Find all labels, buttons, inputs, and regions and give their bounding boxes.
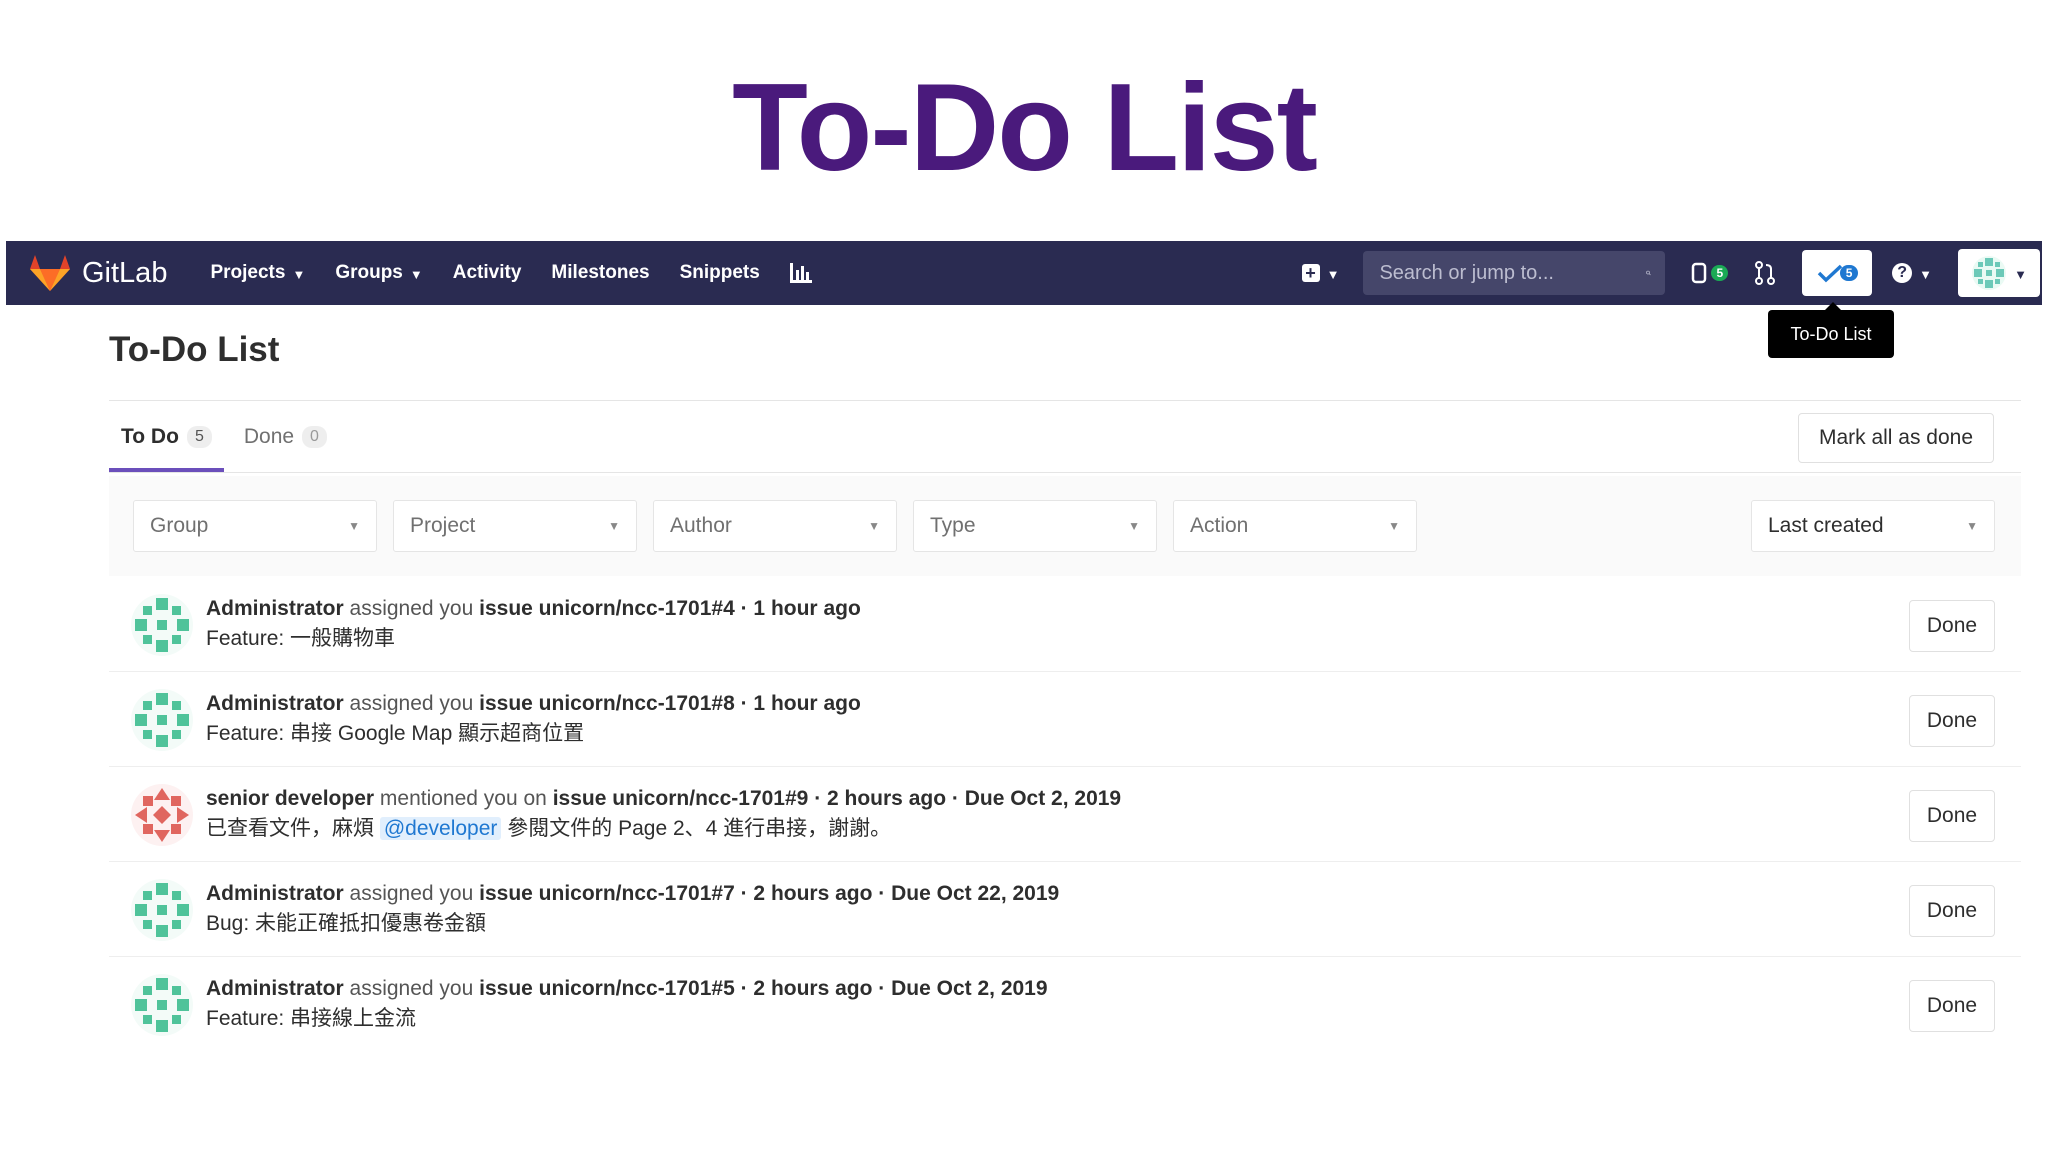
gitlab-home-link[interactable]: GitLab <box>30 255 167 291</box>
slide-title: To-Do List <box>732 59 1318 197</box>
question-icon: ? <box>1892 263 1913 283</box>
todo-item: Administrator assigned you issue unicorn… <box>109 958 2021 1052</box>
done-button[interactable]: Done <box>1909 885 1995 937</box>
divider <box>109 400 2021 401</box>
todo-author[interactable]: senior developer <box>206 787 374 810</box>
user-menu-button[interactable]: ▼ <box>1958 249 2040 297</box>
done-button[interactable]: Done <box>1909 695 1995 747</box>
todo-target-link[interactable]: issue unicorn/ncc-1701#5 <box>479 977 735 1000</box>
todo-body[interactable]: 已查看文件，麻煩 @developer 參閱文件的 Page 2、4 進行串接，… <box>206 814 1121 844</box>
issues-button[interactable]: 5 <box>1691 262 1729 284</box>
done-count-badge: 0 <box>302 426 327 448</box>
merge-request-icon <box>1755 261 1776 285</box>
plus-icon: + <box>1301 264 1320 282</box>
top-navbar: GitLab Projects ▼ Groups ▼ Activity Milest… <box>6 241 2042 305</box>
divider <box>109 472 2021 473</box>
mark-all-done-button[interactable]: Mark all as done <box>1798 413 1994 463</box>
nav-activity[interactable]: Activity <box>453 262 522 284</box>
done-button[interactable]: Done <box>1909 790 1995 842</box>
filter-type-dropdown[interactable]: Type ▼ <box>913 500 1157 552</box>
todo-target-link[interactable]: issue unicorn/ncc-1701#7 <box>479 882 735 905</box>
todo-author[interactable]: Administrator <box>206 977 344 1000</box>
todo-meta: · 1 hour ago <box>740 692 861 715</box>
todo-body[interactable]: Bug: 未能正確抵扣優惠卷金額 <box>206 909 1059 939</box>
filter-project-dropdown[interactable]: Project ▼ <box>393 500 637 552</box>
chevron-down-icon: ▼ <box>1919 266 1932 282</box>
author-avatar[interactable] <box>131 784 193 846</box>
sort-dropdown[interactable]: Last created ▼ <box>1751 500 1995 552</box>
user-avatar <box>1972 256 2007 290</box>
todo-action: assigned you <box>349 977 474 1000</box>
filter-group-dropdown[interactable]: Group ▼ <box>133 500 377 552</box>
todo-body[interactable]: Feature: 串接 Google Map 顯示超商位置 <box>206 719 861 749</box>
user-mention[interactable]: @developer <box>379 817 502 840</box>
chevron-down-icon: ▼ <box>292 266 306 282</box>
analytics-chart-icon[interactable] <box>789 263 812 283</box>
nav-groups[interactable]: Groups ▼ <box>335 262 422 284</box>
chevron-down-icon: ▼ <box>1966 519 1978 533</box>
todo-item: Administrator assigned you issue unicorn… <box>109 578 2021 672</box>
todos-count-badge: 5 <box>1839 265 1859 281</box>
todo-author[interactable]: Administrator <box>206 882 344 905</box>
help-button[interactable]: ? ▼ <box>1892 263 1932 283</box>
todo-meta: · 2 hours ago · Due Oct 22, 2019 <box>740 882 1060 905</box>
brand-name: GitLab <box>82 256 168 289</box>
filter-author-dropdown[interactable]: Author ▼ <box>653 500 897 552</box>
issues-icon <box>1692 262 1707 284</box>
issues-count-badge: 5 <box>1711 265 1729 281</box>
todo-action: assigned you <box>349 882 474 905</box>
todo-body[interactable]: Feature: 一般購物車 <box>206 624 861 654</box>
todo-item: Administrator assigned you issue unicorn… <box>109 673 2021 767</box>
chevron-down-icon: ▼ <box>868 519 880 533</box>
tab-done[interactable]: Done 0 <box>232 402 339 472</box>
todo-meta: · 1 hour ago <box>740 597 861 620</box>
chevron-down-icon: ▼ <box>348 519 360 533</box>
done-button[interactable]: Done <box>1909 980 1995 1032</box>
chevron-down-icon: ▼ <box>1326 266 1340 282</box>
todo-target-link[interactable]: issue unicorn/ncc-1701#4 <box>479 597 735 620</box>
nav-milestones[interactable]: Milestones <box>551 262 649 284</box>
author-avatar[interactable] <box>131 594 193 656</box>
todo-meta: · 2 hours ago · Due Oct 2, 2019 <box>740 977 1048 1000</box>
todo-action: assigned you <box>349 692 474 715</box>
search-input[interactable] <box>1377 260 1647 286</box>
gitlab-logo-icon <box>30 255 70 291</box>
author-avatar[interactable] <box>131 689 193 751</box>
author-avatar[interactable] <box>131 879 193 941</box>
nav-snippets[interactable]: Snippets <box>680 262 760 284</box>
chevron-down-icon: ▼ <box>409 266 423 282</box>
merge-requests-button[interactable] <box>1754 261 1776 285</box>
todo-item: Administrator assigned you issue unicorn… <box>109 863 2021 957</box>
todo-meta: · 2 hours ago · Due Oct 2, 2019 <box>814 787 1122 810</box>
tab-todo[interactable]: To Do 5 <box>109 402 224 472</box>
page-title: To-Do List <box>109 330 280 369</box>
todo-target-link[interactable]: issue unicorn/ncc-1701#8 <box>479 692 735 715</box>
filter-bar: Group ▼ Project ▼ Author ▼ Type ▼ Action ▼ La… <box>109 476 2021 576</box>
new-item-button[interactable]: + ▼ <box>1301 264 1340 282</box>
chevron-down-icon: ▼ <box>1128 519 1140 533</box>
search-icon <box>1646 270 1652 276</box>
todo-tabs: To Do 5 Done 0 <box>109 402 339 472</box>
todo-action: assigned you <box>349 597 474 620</box>
todo-action: mentioned you on <box>379 787 547 810</box>
chevron-down-icon: ▼ <box>1388 519 1400 533</box>
todo-count-badge: 5 <box>186 426 212 448</box>
todo-item: senior developer mentioned you on issue … <box>109 768 2021 862</box>
todo-body[interactable]: Feature: 串接線上金流 <box>206 1004 1048 1034</box>
todo-author[interactable]: Administrator <box>206 692 344 715</box>
nav-projects[interactable]: Projects ▼ <box>210 262 305 284</box>
todos-tooltip: To-Do List <box>1768 310 1894 358</box>
todos-button[interactable]: 5 <box>1802 250 1873 296</box>
chevron-down-icon: ▼ <box>2014 266 2027 282</box>
todo-target-link[interactable]: issue unicorn/ncc-1701#9 <box>553 787 809 810</box>
done-button[interactable]: Done <box>1909 600 1995 652</box>
search-box[interactable] <box>1363 251 1666 295</box>
chevron-down-icon: ▼ <box>608 519 620 533</box>
todo-author[interactable]: Administrator <box>206 597 344 620</box>
author-avatar[interactable] <box>131 974 193 1036</box>
filter-action-dropdown[interactable]: Action ▼ <box>1173 500 1417 552</box>
